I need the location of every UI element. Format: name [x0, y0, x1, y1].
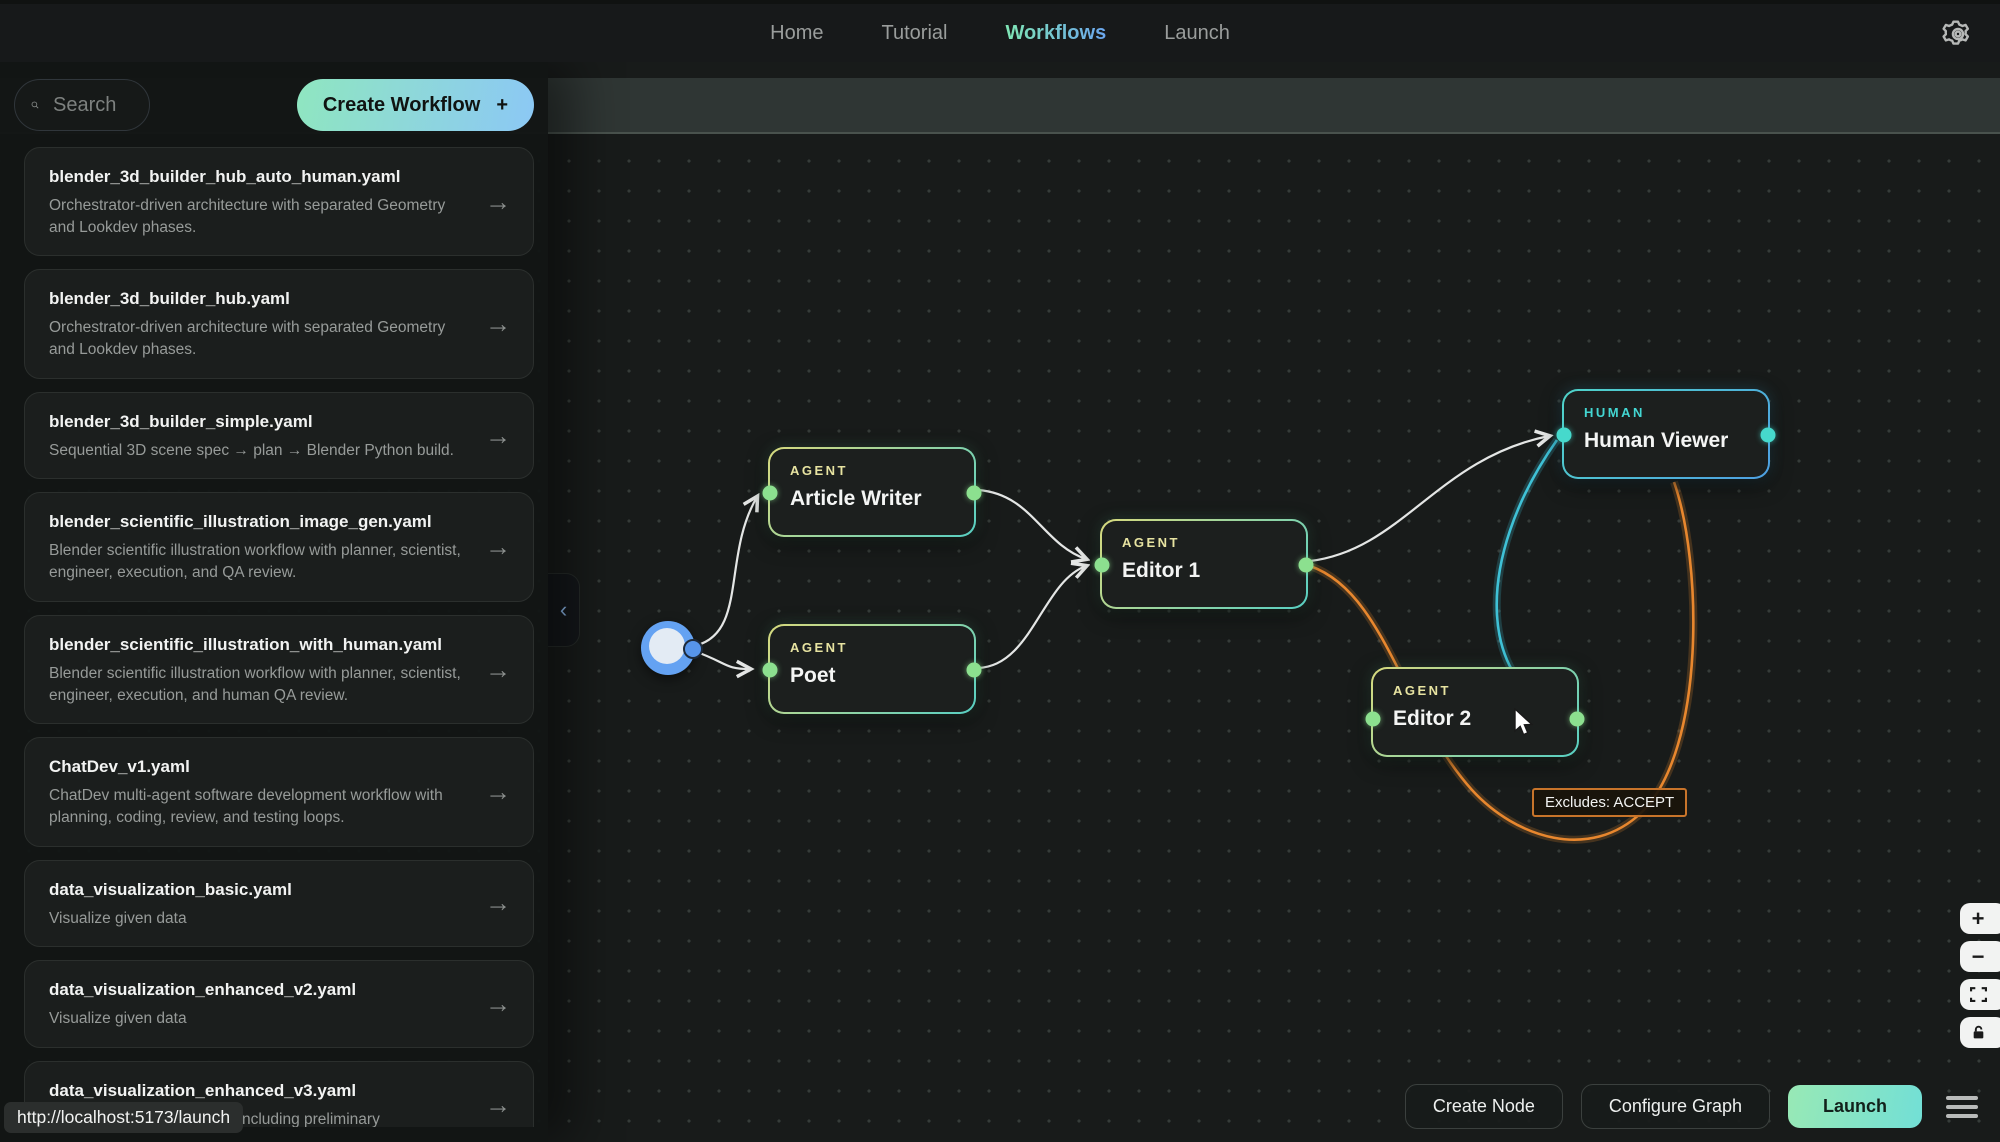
- workflow-name: data_visualization_enhanced_v3.yaml: [49, 1081, 469, 1101]
- plus-icon: +: [496, 94, 508, 117]
- workflow-description: Blender scientific illustration workflow…: [49, 663, 469, 706]
- node-type-label: AGENT: [790, 640, 954, 655]
- fit-view-icon: [1970, 986, 1987, 1003]
- input-port[interactable]: [1095, 558, 1110, 573]
- output-port[interactable]: [1761, 428, 1776, 443]
- workflow-name: ChatDev_v1.yaml: [49, 757, 469, 777]
- node-article-writer[interactable]: AGENT Article Writer: [768, 447, 976, 537]
- status-url: http://localhost:5173/launch: [4, 1102, 243, 1133]
- chevron-left-icon: ‹: [560, 597, 567, 623]
- workflow-name: data_visualization_basic.yaml: [49, 880, 469, 900]
- workflow-list-item[interactable]: blender_3d_builder_simple.yaml Sequentia…: [24, 392, 534, 480]
- workflow-list-item[interactable]: data_visualization_enhanced_v2.yaml Visu…: [24, 960, 534, 1048]
- arrow-right-icon[interactable]: →: [485, 309, 511, 340]
- arrow-right-icon[interactable]: →: [485, 989, 511, 1020]
- search-icon: [31, 95, 39, 115]
- workflow-description: ChatDev multi-agent software development…: [49, 785, 469, 828]
- sidebar-collapse-button[interactable]: ‹: [548, 573, 580, 647]
- workflow-name: blender_scientific_illustration_with_hum…: [49, 635, 469, 655]
- arrow-right-icon[interactable]: →: [485, 1089, 511, 1120]
- workflow-description: Blender scientific illustration workflow…: [49, 540, 469, 583]
- workflow-description: Orchestrator-driven architecture with se…: [49, 195, 469, 238]
- start-node-output-port[interactable]: [683, 639, 703, 659]
- configure-graph-button[interactable]: Configure Graph: [1581, 1084, 1770, 1129]
- workflow-description: Visualize given data: [49, 908, 469, 930]
- arrow-right-icon[interactable]: →: [485, 532, 511, 563]
- top-navigation: Home Tutorial Workflows Launch: [0, 0, 2000, 62]
- workflow-sidebar: Create Workflow + blender_3d_builder_hub…: [0, 62, 548, 1142]
- launch-button[interactable]: Launch: [1788, 1085, 1922, 1128]
- node-editor-2[interactable]: AGENT Editor 2: [1371, 667, 1579, 757]
- node-type-label: HUMAN: [1584, 405, 1748, 420]
- node-poet[interactable]: AGENT Poet: [768, 624, 976, 714]
- node-title: Poet: [790, 664, 954, 688]
- workflow-list-item[interactable]: blender_scientific_illustration_with_hum…: [24, 615, 534, 724]
- search-box[interactable]: [14, 79, 150, 131]
- plus-icon: +: [1972, 906, 1985, 932]
- node-title: Article Writer: [790, 487, 954, 511]
- workflow-list-item[interactable]: blender_scientific_illustration_image_ge…: [24, 492, 534, 601]
- input-port[interactable]: [1366, 712, 1381, 727]
- node-editor-1[interactable]: AGENT Editor 1: [1100, 519, 1308, 609]
- minus-icon: −: [1972, 944, 1985, 970]
- arrow-right-icon[interactable]: →: [485, 654, 511, 685]
- workflow-name: blender_scientific_illustration_image_ge…: [49, 512, 469, 532]
- output-port[interactable]: [1570, 712, 1585, 727]
- fit-view-button[interactable]: [1960, 979, 2000, 1010]
- workflow-list: blender_3d_builder_hub_auto_human.yaml O…: [0, 147, 548, 1127]
- workflow-name: blender_3d_builder_simple.yaml: [49, 412, 469, 432]
- arrow-right-icon[interactable]: →: [485, 420, 511, 451]
- node-type-label: AGENT: [1122, 535, 1286, 550]
- output-port[interactable]: [967, 663, 982, 678]
- workflow-list-item[interactable]: ChatDev_v1.yaml ChatDev multi-agent soft…: [24, 737, 534, 846]
- edge-condition-tooltip: Excludes: ACCEPT: [1532, 788, 1687, 817]
- workflow-name: blender_3d_builder_hub.yaml: [49, 289, 469, 309]
- node-title: Human Viewer: [1584, 429, 1748, 453]
- input-port[interactable]: [1557, 428, 1572, 443]
- node-type-label: AGENT: [790, 463, 954, 478]
- start-node[interactable]: [641, 621, 711, 675]
- workflow-description: Sequential 3D scene spec → plan → Blende…: [49, 440, 469, 462]
- node-human-viewer[interactable]: HUMAN Human Viewer: [1562, 389, 1770, 479]
- start-node-inner-circle: [649, 628, 685, 664]
- node-type-label: AGENT: [1393, 683, 1557, 698]
- input-port[interactable]: [763, 486, 778, 501]
- lock-icon: [1971, 1025, 1986, 1040]
- create-workflow-button[interactable]: Create Workflow +: [297, 79, 534, 131]
- nav-item-tutorial[interactable]: Tutorial: [882, 22, 948, 45]
- lock-button[interactable]: [1960, 1017, 2000, 1048]
- nav-item-workflows[interactable]: Workflows: [1005, 22, 1106, 45]
- create-workflow-label: Create Workflow: [323, 94, 480, 117]
- canvas-zoom-controls: + −: [1960, 903, 2000, 1048]
- nav-item-home[interactable]: Home: [770, 22, 823, 45]
- zoom-in-button[interactable]: +: [1960, 903, 2000, 934]
- workflow-list-item[interactable]: data_visualization_basic.yaml Visualize …: [24, 860, 534, 948]
- input-port[interactable]: [763, 663, 778, 678]
- workflow-name: data_visualization_enhanced_v2.yaml: [49, 980, 469, 1000]
- hamburger-menu-icon[interactable]: [1946, 1096, 1978, 1118]
- sidebar-header: Create Workflow +: [0, 62, 548, 131]
- arrow-right-icon[interactable]: →: [485, 888, 511, 919]
- workflow-editor-app: AGENT Article Writer AGENT Poet AGENT Ed…: [0, 0, 2000, 1142]
- canvas-footer-actions: Create Node Configure Graph Launch: [1405, 1084, 1978, 1129]
- output-port[interactable]: [1299, 558, 1314, 573]
- arrow-right-icon[interactable]: →: [485, 776, 511, 807]
- search-input[interactable]: [53, 94, 133, 117]
- arrow-right-icon[interactable]: →: [485, 186, 511, 217]
- output-port[interactable]: [967, 486, 982, 501]
- workflow-list-item[interactable]: blender_3d_builder_hub_auto_human.yaml O…: [24, 147, 534, 256]
- nav-item-launch[interactable]: Launch: [1164, 22, 1230, 45]
- workflow-name: blender_3d_builder_hub_auto_human.yaml: [49, 167, 469, 187]
- workflow-description: Orchestrator-driven architecture with se…: [49, 317, 469, 360]
- create-node-button[interactable]: Create Node: [1405, 1084, 1563, 1129]
- zoom-out-button[interactable]: −: [1960, 941, 2000, 972]
- mouse-cursor: [1513, 708, 1539, 736]
- workflow-list-item[interactable]: blender_3d_builder_hub.yaml Orchestrator…: [24, 269, 534, 378]
- workflow-description: Visualize given data: [49, 1008, 469, 1030]
- node-title: Editor 1: [1122, 559, 1286, 583]
- gear-icon[interactable]: [1942, 18, 1974, 50]
